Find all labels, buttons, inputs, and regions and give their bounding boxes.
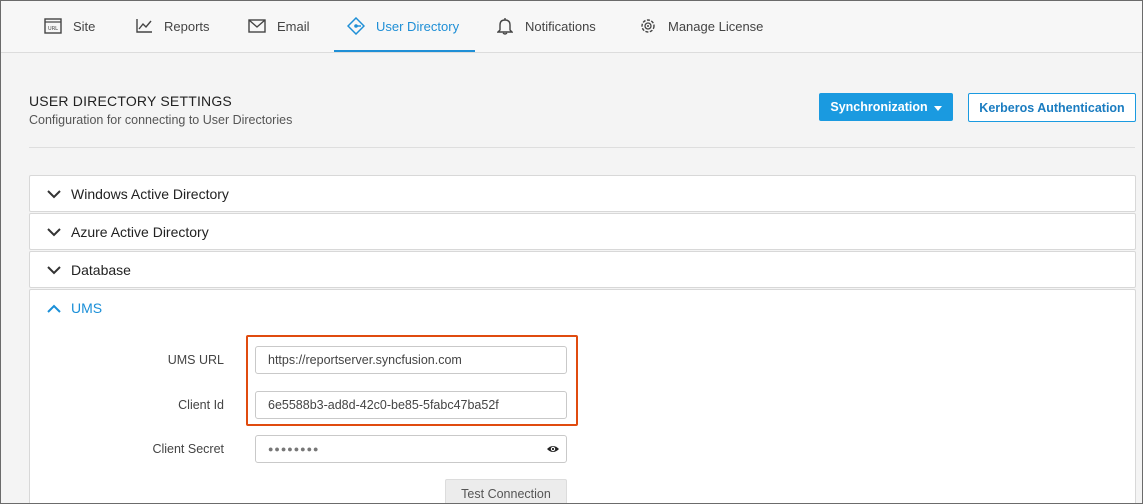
kerberos-authentication-button[interactable]: Kerberos Authentication [968, 93, 1136, 122]
eye-icon[interactable] [546, 443, 560, 455]
envelope-icon [247, 16, 267, 36]
top-navigation: URL Site Reports Email User Directory No… [1, 1, 1142, 53]
client-secret-value: ●●●●●●●● [268, 444, 320, 454]
accordion-database[interactable]: Database [29, 251, 1136, 288]
accordion-label: Azure Active Directory [71, 223, 209, 240]
chevron-down-icon [47, 190, 61, 199]
accordion-windows-active-directory[interactable]: Windows Active Directory [29, 175, 1136, 212]
tab-site-label: Site [73, 18, 96, 34]
url-document-icon: URL [43, 16, 63, 36]
bell-icon [495, 16, 515, 36]
client-secret-input[interactable]: ●●●●●●●● [255, 435, 567, 463]
license-gear-icon [638, 16, 658, 36]
page-subtitle: Configuration for connecting to User Dir… [29, 113, 293, 127]
accordion-label: Windows Active Directory [71, 185, 229, 202]
tab-manage-license[interactable]: Manage License [638, 1, 763, 51]
accordion-azure-active-directory[interactable]: Azure Active Directory [29, 213, 1136, 250]
chevron-up-icon [47, 304, 61, 313]
tab-site[interactable]: URL Site [43, 1, 95, 51]
tab-notifications[interactable]: Notifications [495, 1, 596, 51]
page-title: USER DIRECTORY SETTINGS [29, 93, 232, 109]
synchronization-button[interactable]: Synchronization [819, 93, 953, 121]
accordion-label: UMS [71, 300, 103, 316]
test-connection-button[interactable]: Test Connection [445, 479, 567, 503]
chevron-down-icon [47, 228, 61, 237]
caret-down-icon [933, 105, 942, 111]
accordion-ums[interactable]: UMS [29, 289, 1136, 503]
tab-email[interactable]: Email [247, 1, 310, 51]
highlight-box [246, 335, 578, 426]
line-chart-icon [134, 16, 154, 36]
client-secret-label: Client Secret [152, 442, 224, 456]
tab-manage-license-label: Manage License [668, 18, 764, 34]
divider [29, 147, 1135, 148]
tab-email-label: Email [277, 18, 310, 34]
tab-notifications-label: Notifications [525, 18, 596, 34]
client-id-label: Client Id [178, 398, 224, 412]
tab-reports[interactable]: Reports [134, 1, 210, 51]
app-window: URL Site Reports Email User Directory No… [0, 0, 1143, 504]
tab-user-directory-label: User Directory [376, 18, 460, 34]
accordion-label: Database [71, 261, 131, 278]
svg-text:URL: URL [48, 26, 58, 32]
ums-url-label: UMS URL [167, 353, 224, 367]
chevron-down-icon [47, 266, 61, 275]
tab-user-directory[interactable]: User Directory [333, 1, 476, 52]
tab-reports-label: Reports [164, 18, 210, 34]
synchronization-label: Synchronization [830, 100, 928, 114]
directory-icon [346, 16, 366, 36]
